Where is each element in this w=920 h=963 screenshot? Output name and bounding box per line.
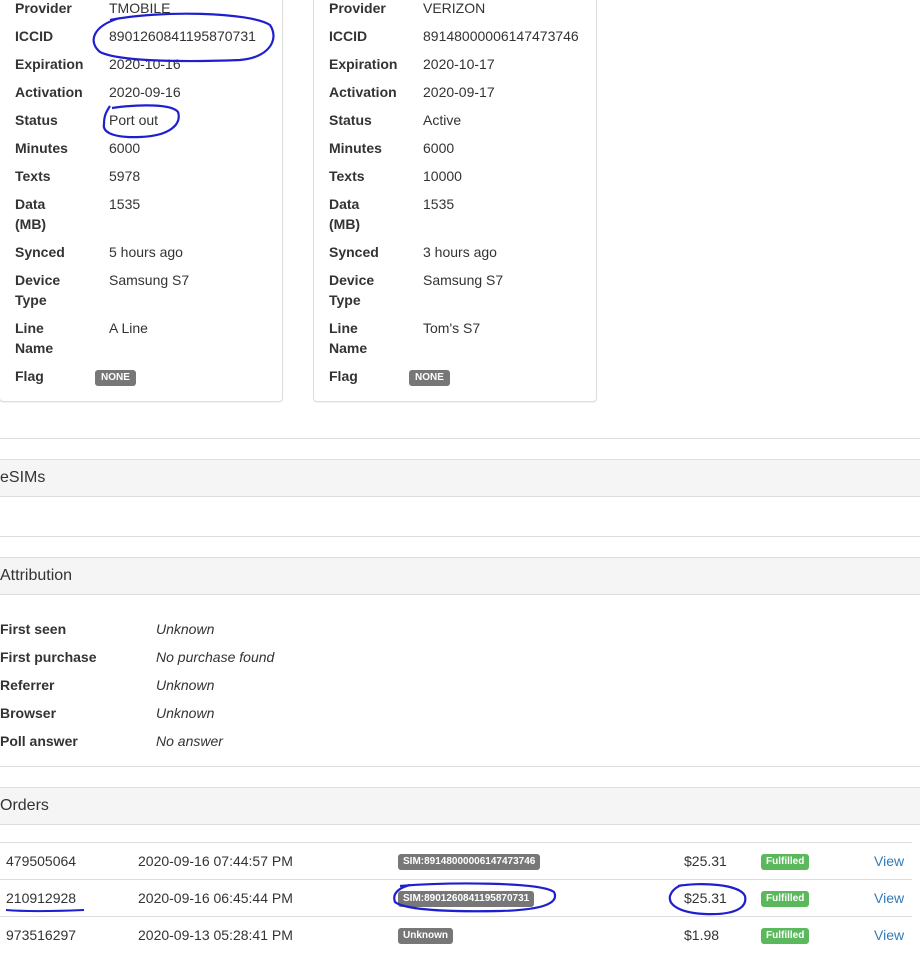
attribution-poll-answer: Poll answer No answer xyxy=(0,733,223,749)
view-link[interactable]: View xyxy=(874,917,904,953)
iccid-link[interactable]: 89148000006147473746 xyxy=(423,26,593,46)
attribution-first-purchase: First purchase No purchase found xyxy=(0,649,275,665)
section-header-esims: eSIMs xyxy=(0,459,920,497)
order-date: 2020-09-16 06:45:44 PM xyxy=(138,890,293,906)
sim-label: SIM:89148000006147473746 xyxy=(398,854,541,871)
sim-label: Unknown xyxy=(398,928,453,945)
order-id: 479505064 xyxy=(6,853,77,869)
attribution-first-seen: First seen Unknown xyxy=(0,621,215,637)
sim-label: SIM:8901260841195870731 xyxy=(398,891,535,908)
flag-badge: NONE xyxy=(95,370,136,386)
divider xyxy=(0,766,920,767)
view-link[interactable]: View xyxy=(874,880,904,916)
iccid-link[interactable]: 8901260841195870731 xyxy=(109,26,279,46)
section-title: eSIMs xyxy=(0,469,46,486)
divider xyxy=(0,536,920,537)
view-link[interactable]: View xyxy=(874,843,904,879)
divider xyxy=(0,438,920,439)
section-title: Attribution xyxy=(0,567,73,584)
order-id: 210912928 xyxy=(6,890,77,906)
status-badge: Fulfilled xyxy=(761,891,810,908)
order-price: $25.31 xyxy=(684,853,727,869)
status-badge: Fulfilled xyxy=(761,854,810,871)
flag-badge: NONE xyxy=(409,370,450,386)
attribution-browser: Browser Unknown xyxy=(0,705,215,721)
table-row: 210912928 2020-09-16 06:45:44 PM SIM:890… xyxy=(0,879,912,917)
order-date: 2020-09-13 05:28:41 PM xyxy=(138,927,293,943)
order-price: $1.98 xyxy=(684,927,720,943)
order-price: $25.31 xyxy=(684,890,727,906)
order-date: 2020-09-16 07:44:57 PM xyxy=(138,853,293,869)
status-badge: Fulfilled xyxy=(761,928,810,945)
order-id: 973516297 xyxy=(6,927,77,943)
section-header-orders: Orders xyxy=(0,787,920,825)
section-title: Orders xyxy=(0,797,49,814)
sim-card-verizon: Provider VERIZON ICCID 89148000006147473… xyxy=(313,0,597,402)
attribution-referrer: Referrer Unknown xyxy=(0,677,215,693)
sim-card-tmobile: Provider TMOBILE ICCID 89012608411958707… xyxy=(0,0,283,402)
section-header-attribution: Attribution xyxy=(0,557,920,595)
table-row: 973516297 2020-09-13 05:28:41 PM Unknown… xyxy=(0,916,912,954)
table-row: 479505064 2020-09-16 07:44:57 PM SIM:891… xyxy=(0,842,912,880)
